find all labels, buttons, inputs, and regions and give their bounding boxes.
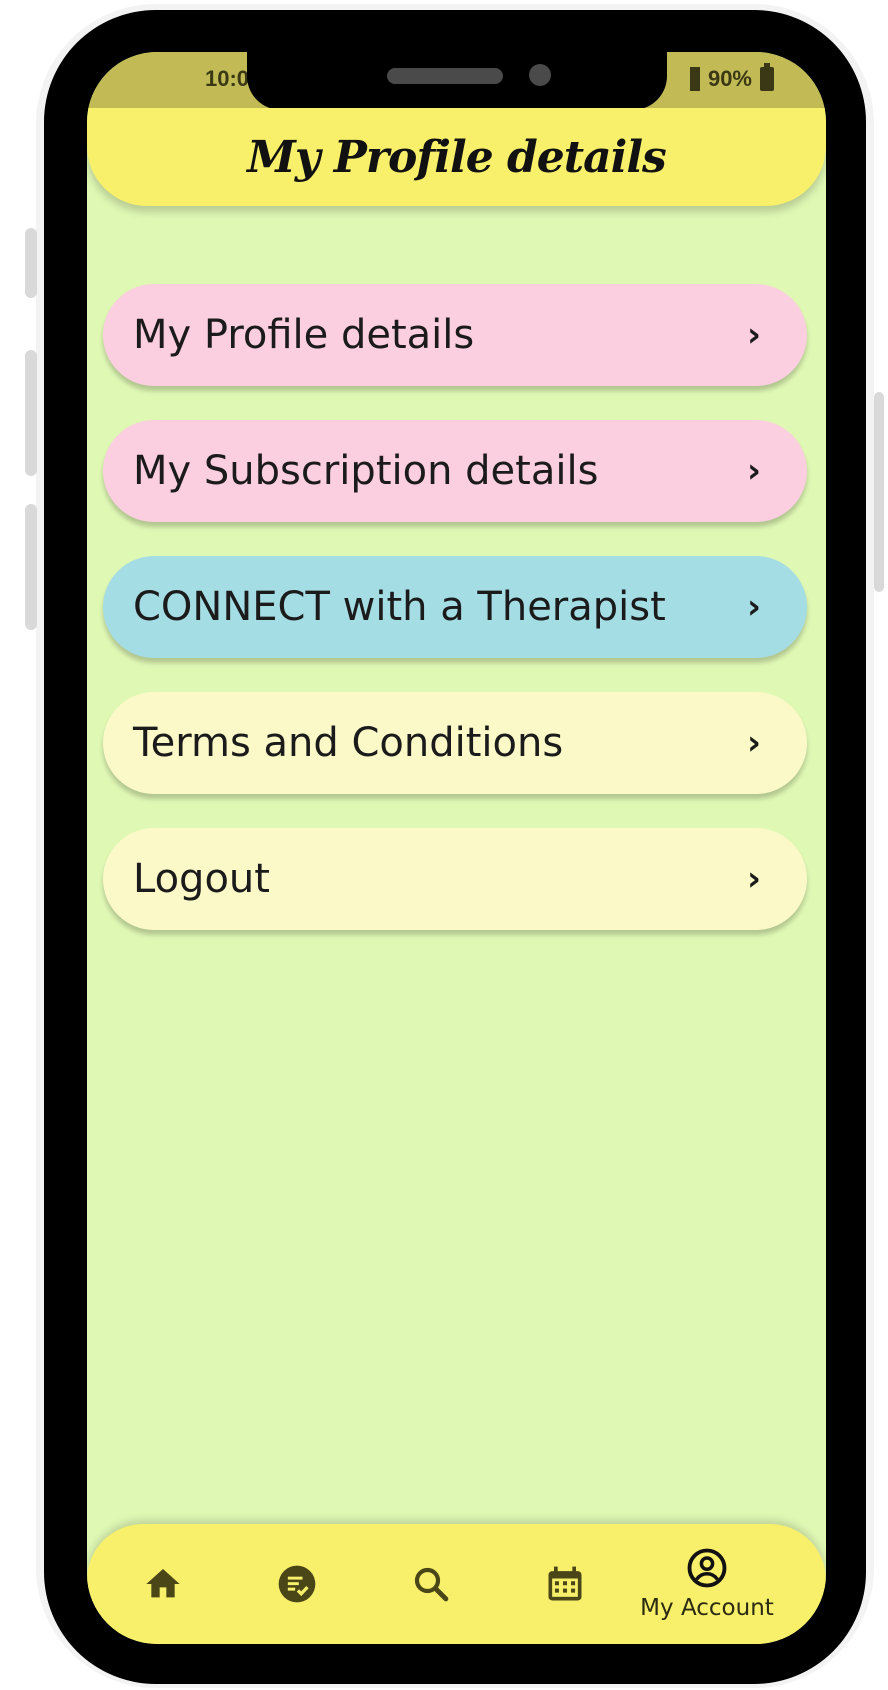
menu-item-terms-conditions[interactable]: Terms and Conditions ›	[103, 692, 807, 794]
menu-item-label: My Profile details	[133, 312, 475, 358]
menu-item-profile-details[interactable]: My Profile details ›	[103, 284, 807, 386]
nav-search[interactable]	[381, 1524, 481, 1644]
chevron-right-icon: ›	[746, 859, 761, 899]
side-button-power	[874, 392, 884, 592]
nav-calendar[interactable]	[515, 1524, 615, 1644]
nav-my-account[interactable]: My Account	[607, 1524, 807, 1644]
menu-item-label: My Subscription details	[133, 448, 599, 494]
calendar-icon	[548, 1566, 582, 1601]
home-icon	[146, 1569, 180, 1598]
page-title: My Profile details	[247, 131, 667, 183]
nav-home[interactable]	[113, 1524, 213, 1644]
nav-notes[interactable]	[247, 1524, 347, 1644]
chevron-right-icon: ›	[746, 723, 761, 763]
page-header: My Profile details	[87, 108, 826, 206]
chevron-right-icon: ›	[746, 587, 761, 627]
bottom-navigation: My Account	[87, 1524, 826, 1644]
nav-my-account-label: My Account	[640, 1595, 774, 1621]
camera-notch	[247, 52, 667, 110]
signal-icon	[689, 67, 700, 91]
battery-icon	[760, 63, 774, 91]
front-camera	[529, 64, 551, 86]
menu-item-connect-therapist[interactable]: CONNECT with a Therapist ›	[103, 556, 807, 658]
menu-item-label: Terms and Conditions	[133, 720, 564, 766]
search-icon	[414, 1567, 449, 1602]
side-button-mute	[25, 228, 37, 298]
chevron-right-icon: ›	[746, 451, 761, 491]
chevron-right-icon: ›	[746, 315, 761, 355]
status-indicators: 90%	[689, 63, 774, 92]
menu-item-subscription-details[interactable]: My Subscription details ›	[103, 420, 807, 522]
app-screen: 10:0 90% My Profile details My Profile d…	[87, 52, 826, 1644]
account-circle-icon	[687, 1548, 727, 1588]
side-button-volume-up	[25, 350, 37, 476]
menu-item-label: CONNECT with a Therapist	[133, 584, 666, 630]
notes-check-icon	[278, 1565, 316, 1603]
menu-item-logout[interactable]: Logout ›	[103, 828, 807, 930]
speaker-grille	[387, 68, 503, 84]
side-button-volume-down	[25, 504, 37, 630]
status-time: 10:0	[205, 66, 250, 91]
battery-percent: 90%	[707, 66, 752, 91]
account-menu: My Profile details › My Subscription det…	[103, 284, 807, 964]
menu-item-label: Logout	[133, 856, 270, 902]
